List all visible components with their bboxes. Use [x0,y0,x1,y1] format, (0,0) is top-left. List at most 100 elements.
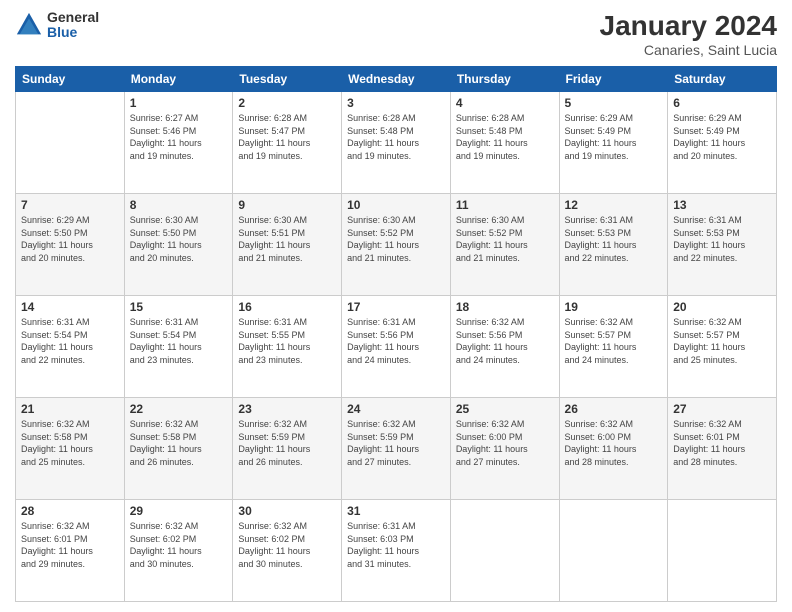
calendar-cell: 1Sunrise: 6:27 AM Sunset: 5:46 PM Daylig… [124,92,233,194]
day-number: 30 [238,504,336,518]
week-row-5: 28 Sunrise: 6:32 AM Sunset: 6:01 PM Dayli… [16,500,777,602]
calendar-cell: 28 Sunrise: 6:32 AM Sunset: 6:01 PM Dayli… [16,500,125,602]
calendar-cell [559,500,668,602]
day-info: Sunrise: 6:32 AM Sunset: 5:58 PM Dayligh… [130,418,228,468]
day-number: 18 [456,300,554,314]
col-tuesday: Tuesday [233,67,342,92]
day-number: 29 [130,504,228,518]
day-info: Sunrise: 6:32 AM Sunset: 6:02 PM Dayligh… [238,520,336,570]
day-number: 9 [238,198,336,212]
day-number: 20 [673,300,771,314]
calendar-cell: 21 Sunrise: 6:32 AM Sunset: 5:58 PM Dayli… [16,398,125,500]
day-info: Sunrise: 6:27 AM Sunset: 5:46 PM Dayligh… [130,112,228,162]
logo-icon [15,11,43,39]
calendar-cell: 3 Sunrise: 6:28 AM Sunset: 5:48 PM Daylig… [342,92,451,194]
week-row-4: 21 Sunrise: 6:32 AM Sunset: 5:58 PM Dayli… [16,398,777,500]
calendar-cell: 15Sunrise: 6:31 AM Sunset: 5:54 PM Dayli… [124,296,233,398]
day-info: Sunrise: 6:32 AM Sunset: 5:57 PM Dayligh… [565,316,663,366]
day-info: Sunrise: 6:30 AM Sunset: 5:51 PM Dayligh… [238,214,336,264]
day-number: 7 [21,198,119,212]
day-number: 27 [673,402,771,416]
day-info: Sunrise: 6:32 AM Sunset: 6:01 PM Dayligh… [673,418,771,468]
calendar-cell: 4 Sunrise: 6:28 AM Sunset: 5:48 PM Daylig… [450,92,559,194]
day-info: Sunrise: 6:31 AM Sunset: 5:56 PM Dayligh… [347,316,445,366]
col-monday: Monday [124,67,233,92]
calendar-cell [16,92,125,194]
col-wednesday: Wednesday [342,67,451,92]
calendar-cell: 11Sunrise: 6:30 AM Sunset: 5:52 PM Dayli… [450,194,559,296]
calendar-cell: 13Sunrise: 6:31 AM Sunset: 5:53 PM Dayli… [668,194,777,296]
day-info: Sunrise: 6:31 AM Sunset: 5:53 PM Dayligh… [565,214,663,264]
calendar-cell: 2 Sunrise: 6:28 AM Sunset: 5:47 PM Daylig… [233,92,342,194]
calendar-cell: 23 Sunrise: 6:32 AM Sunset: 5:59 PM Dayli… [233,398,342,500]
day-info: Sunrise: 6:32 AM Sunset: 5:58 PM Dayligh… [21,418,119,468]
title-area: January 2024 Canaries, Saint Lucia [600,10,777,58]
logo-blue-text: Blue [47,25,99,40]
day-number: 11 [456,198,554,212]
day-info: Sunrise: 6:31 AM Sunset: 5:53 PM Dayligh… [673,214,771,264]
logo: General Blue [15,10,99,41]
col-thursday: Thursday [450,67,559,92]
day-info: Sunrise: 6:28 AM Sunset: 5:47 PM Dayligh… [238,112,336,162]
header: General Blue January 2024 Canaries, Sain… [15,10,777,58]
calendar-cell: 25Sunrise: 6:32 AM Sunset: 6:00 PM Dayli… [450,398,559,500]
day-info: Sunrise: 6:31 AM Sunset: 5:54 PM Dayligh… [130,316,228,366]
day-info: Sunrise: 6:32 AM Sunset: 5:59 PM Dayligh… [238,418,336,468]
day-info: Sunrise: 6:31 AM Sunset: 6:03 PM Dayligh… [347,520,445,570]
calendar-cell [450,500,559,602]
day-number: 31 [347,504,445,518]
calendar-cell: 19Sunrise: 6:32 AM Sunset: 5:57 PM Dayli… [559,296,668,398]
day-number: 2 [238,96,336,110]
calendar-cell [668,500,777,602]
day-info: Sunrise: 6:32 AM Sunset: 6:02 PM Dayligh… [130,520,228,570]
day-number: 26 [565,402,663,416]
day-info: Sunrise: 6:29 AM Sunset: 5:49 PM Dayligh… [565,112,663,162]
header-row: Sunday Monday Tuesday Wednesday Thursday… [16,67,777,92]
day-info: Sunrise: 6:32 AM Sunset: 5:57 PM Dayligh… [673,316,771,366]
day-number: 21 [21,402,119,416]
day-info: Sunrise: 6:32 AM Sunset: 6:01 PM Dayligh… [21,520,119,570]
day-number: 8 [130,198,228,212]
col-saturday: Saturday [668,67,777,92]
calendar-cell: 7 Sunrise: 6:29 AM Sunset: 5:50 PM Daylig… [16,194,125,296]
day-number: 22 [130,402,228,416]
day-number: 10 [347,198,445,212]
day-number: 23 [238,402,336,416]
day-info: Sunrise: 6:30 AM Sunset: 5:50 PM Dayligh… [130,214,228,264]
day-number: 4 [456,96,554,110]
calendar-cell: 30 Sunrise: 6:32 AM Sunset: 6:02 PM Dayli… [233,500,342,602]
week-row-1: 1Sunrise: 6:27 AM Sunset: 5:46 PM Daylig… [16,92,777,194]
calendar-cell: 18Sunrise: 6:32 AM Sunset: 5:56 PM Dayli… [450,296,559,398]
day-number: 3 [347,96,445,110]
calendar-cell: 31 Sunrise: 6:31 AM Sunset: 6:03 PM Dayli… [342,500,451,602]
day-info: Sunrise: 6:29 AM Sunset: 5:50 PM Dayligh… [21,214,119,264]
calendar-cell: 26 Sunrise: 6:32 AM Sunset: 6:00 PM Dayli… [559,398,668,500]
week-row-3: 14 Sunrise: 6:31 AM Sunset: 5:54 PM Dayli… [16,296,777,398]
col-friday: Friday [559,67,668,92]
day-info: Sunrise: 6:31 AM Sunset: 5:54 PM Dayligh… [21,316,119,366]
subtitle: Canaries, Saint Lucia [600,42,777,58]
day-number: 24 [347,402,445,416]
calendar-cell: 16 Sunrise: 6:31 AM Sunset: 5:55 PM Dayli… [233,296,342,398]
day-info: Sunrise: 6:30 AM Sunset: 5:52 PM Dayligh… [347,214,445,264]
day-number: 12 [565,198,663,212]
day-info: Sunrise: 6:32 AM Sunset: 6:00 PM Dayligh… [565,418,663,468]
day-number: 5 [565,96,663,110]
calendar-cell: 14 Sunrise: 6:31 AM Sunset: 5:54 PM Dayli… [16,296,125,398]
calendar-cell: 5 Sunrise: 6:29 AM Sunset: 5:49 PM Daylig… [559,92,668,194]
day-info: Sunrise: 6:28 AM Sunset: 5:48 PM Dayligh… [347,112,445,162]
day-number: 16 [238,300,336,314]
calendar-cell: 17Sunrise: 6:31 AM Sunset: 5:56 PM Dayli… [342,296,451,398]
day-number: 6 [673,96,771,110]
day-info: Sunrise: 6:32 AM Sunset: 5:59 PM Dayligh… [347,418,445,468]
logo-text: General Blue [47,10,99,41]
day-info: Sunrise: 6:32 AM Sunset: 6:00 PM Dayligh… [456,418,554,468]
day-number: 14 [21,300,119,314]
day-info: Sunrise: 6:31 AM Sunset: 5:55 PM Dayligh… [238,316,336,366]
day-number: 28 [21,504,119,518]
day-info: Sunrise: 6:28 AM Sunset: 5:48 PM Dayligh… [456,112,554,162]
calendar-cell: 12 Sunrise: 6:31 AM Sunset: 5:53 PM Dayli… [559,194,668,296]
calendar-cell: 22 Sunrise: 6:32 AM Sunset: 5:58 PM Dayli… [124,398,233,500]
logo-general-text: General [47,10,99,25]
calendar-cell: 27 Sunrise: 6:32 AM Sunset: 6:01 PM Dayli… [668,398,777,500]
